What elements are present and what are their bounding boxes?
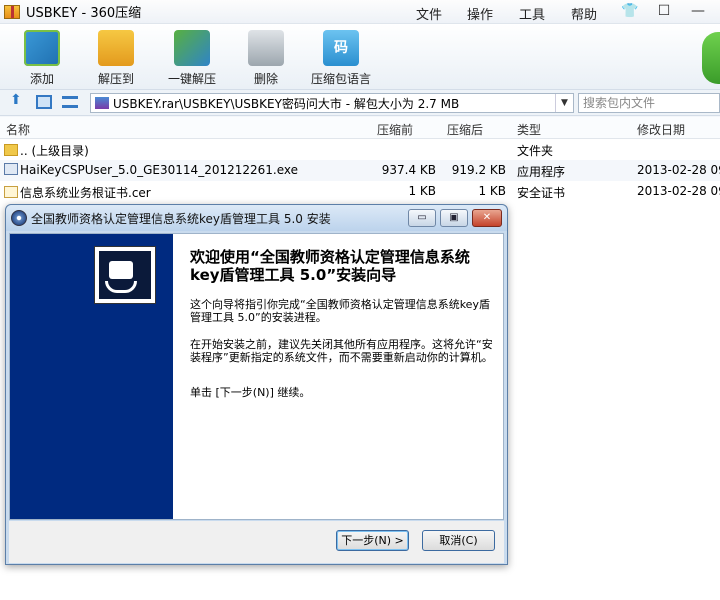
col-after[interactable]: 压缩后 <box>447 121 483 138</box>
wizard-continue-text: 单击 [下一步(N)] 继续。 <box>190 386 311 399</box>
restore-icon[interactable]: — <box>688 3 708 19</box>
search-input[interactable]: 搜索包内文件 <box>578 93 720 113</box>
installer-disc-icon <box>11 210 27 226</box>
tshirt-skin-icon[interactable]: 👕 <box>620 3 640 19</box>
file-row[interactable]: HaiKeyCSPUser_5.0_GE30114_201212261.exe … <box>0 160 720 181</box>
next-button[interactable]: 下一步(N) > <box>336 530 409 551</box>
security-shield-icon[interactable] <box>702 32 720 84</box>
certificate-file-icon <box>4 186 18 198</box>
address-bar: ⬆ USBKEY.rar\USBKEY\USBKEY密码问大市 - 解包大小为 … <box>0 90 720 116</box>
dialog-minimize-button[interactable]: ▭ <box>408 209 436 227</box>
wizard-side-panel <box>10 234 173 519</box>
up-arrow-icon[interactable]: ⬆ <box>10 92 26 108</box>
archive-app-icon <box>4 4 20 19</box>
minimize-icon[interactable]: ☐ <box>654 3 674 19</box>
chevron-down-icon[interactable]: ▼ <box>555 94 573 112</box>
path-text: USBKEY.rar\USBKEY\USBKEY密码问大市 - 解包大小为 2.… <box>113 96 460 111</box>
col-modified[interactable]: 修改日期 <box>637 121 685 138</box>
exe-file-icon <box>4 163 18 175</box>
menu-operation[interactable]: 操作 <box>467 4 493 23</box>
menu-tools[interactable]: 工具 <box>519 4 545 23</box>
trash-icon <box>248 30 284 66</box>
dialog-close-button[interactable]: ✕ <box>472 209 502 227</box>
menu-help[interactable]: 帮助 <box>571 4 597 23</box>
installer-dialog: 全国教师资格认定管理信息系统key盾管理工具 5.0 安装 ▭ ▣ ✕ 欢迎使用… <box>5 204 508 565</box>
rar-icon <box>95 97 109 109</box>
usb-key-icon <box>94 246 156 304</box>
list-view-icon[interactable] <box>62 96 78 108</box>
wizard-intro-text: 这个向导将指引你完成“全国教师资格认定管理信息系统key盾管理工具 5.0”的安… <box>190 298 490 324</box>
col-before[interactable]: 压缩前 <box>377 121 413 138</box>
add-archive-icon <box>24 30 60 66</box>
file-row[interactable]: .. (上级目录) 文件夹 <box>0 139 720 160</box>
add-button[interactable]: 添加 <box>22 30 62 87</box>
one-click-extract-icon <box>174 30 210 66</box>
dialog-body: 欢迎使用“全国教师资格认定管理信息系统key盾管理工具 5.0”安装向导 这个向… <box>9 233 504 520</box>
menu-file[interactable]: 文件 <box>416 4 442 23</box>
col-name[interactable]: 名称 <box>6 121 30 138</box>
col-type[interactable]: 类型 <box>517 121 541 138</box>
delete-button[interactable]: 删除 <box>246 30 286 87</box>
folder-icon <box>4 144 18 156</box>
dialog-title: 全国教师资格认定管理信息系统key盾管理工具 5.0 安装 <box>31 211 331 226</box>
file-row[interactable]: 信息系统业务根证书.cer 1 KB 1 KB 安全证书 2013-02-28 … <box>0 181 720 202</box>
dialog-maximize-button[interactable]: ▣ <box>440 209 468 227</box>
language-code-icon: 码 <box>323 30 359 66</box>
dialog-footer: 下一步(N) > 取消(C) <box>9 521 504 563</box>
toolbar: 添加 解压到 一键解压 删除 码 压缩包语言 <box>0 24 720 90</box>
large-icon-view-icon[interactable] <box>36 95 52 109</box>
one-click-extract-button[interactable]: 一键解压 <box>164 30 220 87</box>
column-header: 名称 压缩前 压缩后 类型 修改日期 <box>0 117 720 139</box>
archive-language-button[interactable]: 码 压缩包语言 <box>308 30 374 87</box>
cancel-button[interactable]: 取消(C) <box>422 530 495 551</box>
wizard-heading: 欢迎使用“全国教师资格认定管理信息系统key盾管理工具 5.0”安装向导 <box>190 248 470 284</box>
dialog-title-bar: 全国教师资格认定管理信息系统key盾管理工具 5.0 安装 ▭ ▣ ✕ <box>6 205 507 231</box>
window-title: USBKEY - 360压缩 <box>26 6 142 21</box>
extract-folder-icon <box>98 30 134 66</box>
extract-to-button[interactable]: 解压到 <box>94 30 138 87</box>
title-bar: USBKEY - 360压缩 文件 操作 工具 帮助 👕 ☐ — <box>0 0 720 24</box>
wizard-advice-text: 在开始安装之前，建议先关闭其他所有应用程序。这将允许“安装程序”更新指定的系统文… <box>190 338 493 364</box>
path-field[interactable]: USBKEY.rar\USBKEY\USBKEY密码问大市 - 解包大小为 2.… <box>90 93 574 113</box>
